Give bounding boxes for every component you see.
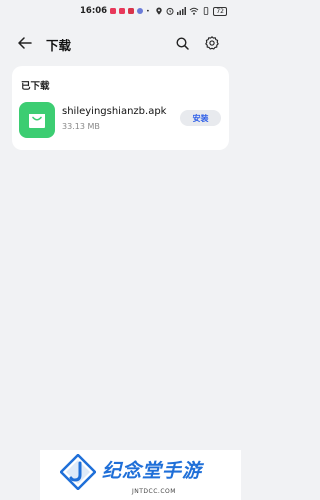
section-label-downloaded: 已下载 bbox=[21, 81, 50, 92]
status-right: 72 bbox=[155, 6, 227, 16]
notification-icon bbox=[119, 8, 126, 14]
file-name: shileyingshianzb.apk bbox=[62, 106, 167, 117]
watermark-logo-icon bbox=[60, 454, 96, 490]
notification-icon bbox=[137, 8, 144, 14]
search-icon bbox=[175, 36, 189, 50]
alarm-icon bbox=[166, 7, 174, 15]
search-button[interactable] bbox=[173, 34, 191, 52]
wifi-icon bbox=[190, 7, 199, 15]
shopping-bag-icon bbox=[29, 114, 45, 128]
app-bar: 下载 bbox=[0, 28, 241, 58]
status-bar: 16:06 • 72 bbox=[0, 0, 241, 22]
battery-icon: 72 bbox=[213, 6, 227, 16]
install-button[interactable]: 安装 bbox=[180, 110, 221, 126]
notification-icon bbox=[110, 8, 117, 14]
settings-button[interactable] bbox=[203, 34, 221, 52]
vibrate-icon bbox=[204, 7, 209, 15]
watermark: 纪念堂手游 JNTDCC.COM bbox=[40, 450, 241, 500]
apk-app-icon bbox=[19, 102, 55, 138]
more-dot-icon: • bbox=[146, 7, 150, 15]
watermark-text: 纪念堂手游 bbox=[102, 460, 203, 482]
back-arrow-icon bbox=[18, 37, 32, 49]
list-item[interactable]: shileyingshianzb.apk 33.13 MB 安装 bbox=[12, 98, 229, 138]
downloaded-card: 已下载 shileyingshianzb.apk 33.13 MB 安装 bbox=[12, 66, 229, 150]
gear-icon bbox=[205, 36, 219, 50]
status-left: 16:06 • bbox=[80, 6, 150, 16]
location-icon bbox=[156, 7, 163, 15]
notification-icon bbox=[128, 8, 135, 14]
watermark-subtext: JNTDCC.COM bbox=[132, 488, 176, 495]
file-size: 33.13 MB bbox=[62, 122, 100, 131]
page-title: 下载 bbox=[46, 38, 72, 53]
signal-icon bbox=[177, 7, 187, 15]
back-button[interactable] bbox=[16, 34, 34, 52]
status-time: 16:06 bbox=[80, 6, 108, 16]
